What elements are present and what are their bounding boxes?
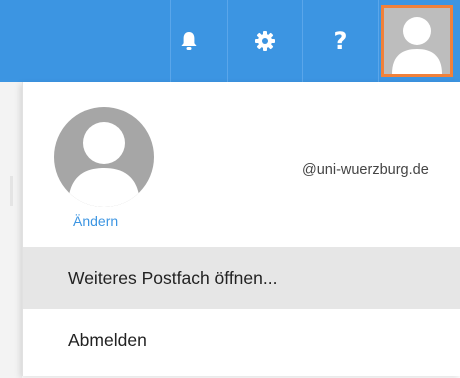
account-email: @uni-wuerzburg.de [302,162,429,178]
question-mark-icon: ? [333,27,348,55]
topbar-divider [227,0,228,82]
menu-item-sign-out[interactable]: Abmelden [23,309,460,371]
background-pane-detail [10,176,13,206]
help-button[interactable]: ? [313,0,368,82]
menu-item-open-another-mailbox[interactable]: Weiteres Postfach öffnen... [23,247,460,309]
user-avatar-icon [68,122,140,207]
settings-button[interactable] [237,0,292,82]
bell-icon [180,32,197,50]
change-photo-link[interactable]: Ändern [73,213,118,229]
background-pane [0,82,22,378]
menu-item-label: Abmelden [68,329,147,350]
account-menu-panel: Ändern @uni-wuerzburg.de Weiteres Postfa… [22,82,460,376]
topbar-divider [302,0,303,82]
user-avatar-icon [384,8,450,74]
topbar-divider [378,0,379,82]
account-button[interactable] [381,5,453,77]
notifications-button[interactable] [161,0,216,82]
profile-avatar [54,107,154,207]
gear-icon [254,31,275,51]
top-bar: ? [0,0,460,82]
menu-item-label: Weiteres Postfach öffnen... [68,267,278,288]
